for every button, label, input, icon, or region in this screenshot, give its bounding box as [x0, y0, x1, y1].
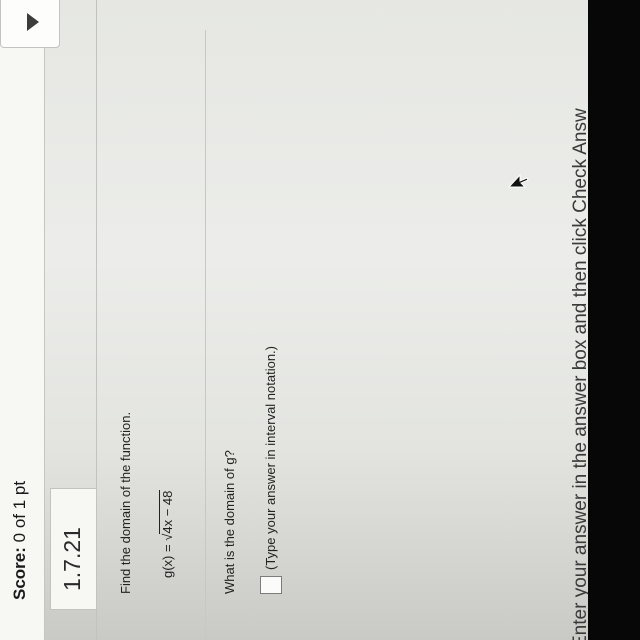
score-display: Score: 0 of 1 pt — [10, 481, 30, 600]
section-divider — [205, 30, 206, 640]
score-bar: Score: 0 of 1 pt — [0, 0, 45, 640]
answer-input[interactable] — [260, 576, 282, 594]
question-instruction: Find the domain of the function. — [118, 411, 133, 594]
header-divider — [96, 0, 97, 640]
radicand: 4x − 48 — [160, 490, 175, 534]
function-expression: g(x) = √4x − 48 — [160, 491, 175, 578]
footer-instruction: Enter your answer in the answer box and … — [570, 108, 588, 640]
domain-question: What is the domain of g? — [222, 450, 237, 594]
question-tab: 1.7.21 — [50, 488, 97, 610]
screen: Score: 0 of 1 pt 1.7.21 Find the domain … — [0, 0, 588, 640]
function-prefix: g(x) = — [160, 540, 175, 578]
question-number: 1.7.21 — [59, 527, 85, 591]
question-menu-dropdown[interactable] — [0, 0, 60, 48]
answer-format-note: (Type your answer in interval notation.) — [263, 346, 278, 570]
score-value: 0 of 1 pt — [10, 480, 29, 543]
mouse-pointer-icon — [508, 173, 529, 188]
score-label: Score: — [10, 547, 29, 600]
chevron-down-icon — [27, 13, 39, 31]
radical-sign: √ — [160, 533, 175, 541]
